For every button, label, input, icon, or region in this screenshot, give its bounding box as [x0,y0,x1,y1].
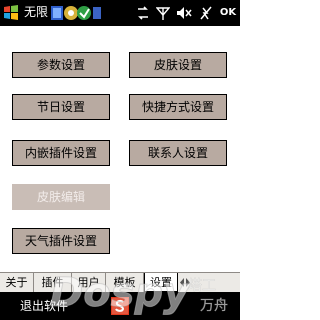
tab-templates[interactable]: 模板 [106,273,144,292]
params-settings-button[interactable]: 参数设置 [12,52,110,78]
tab-settings[interactable]: 设置 [144,273,178,292]
status-bar: 无限 OK [0,0,240,26]
tab-scroll-arrows-icon[interactable] [178,275,192,290]
ok-button[interactable]: OK [218,4,238,22]
input-method-icon[interactable] [111,297,129,315]
weather-plugin-settings-button[interactable]: 天气插件设置 [12,228,110,254]
tab-strip: 关于 插件 用户 模板 设置 [0,272,240,293]
skin-settings-button[interactable]: 皮肤设置 [129,52,227,78]
embedded-plugin-settings-button[interactable]: 内嵌插件设置 [12,140,110,166]
tab-plugins[interactable]: 插件 [34,273,72,292]
carrier-name: 无限 [24,5,49,19]
exit-app-softkey[interactable]: 退出软件 [20,298,68,314]
running-apps-icons [51,6,101,20]
connectivity-icon[interactable] [136,4,150,22]
tab-about[interactable]: 关于 [0,273,34,292]
signal-icon[interactable] [156,4,170,22]
settings-panel: 参数设置 皮肤设置 节日设置 快捷方式设置 内嵌插件设置 联系人设置 皮肤编辑 … [0,26,240,271]
volume-mute-icon[interactable] [176,4,192,22]
shortcut-settings-button[interactable]: 快捷方式设置 [129,94,227,120]
menu-bar: 退出软件 [0,292,240,320]
contacts-settings-button[interactable]: 联系人设置 [129,140,227,166]
holiday-settings-button[interactable]: 节日设置 [12,94,110,120]
windows-start-icon[interactable] [2,4,20,22]
tab-users[interactable]: 用户 [72,273,106,292]
skin-edit-button: 皮肤编辑 [12,184,110,210]
battery-charging-icon[interactable] [198,4,214,22]
